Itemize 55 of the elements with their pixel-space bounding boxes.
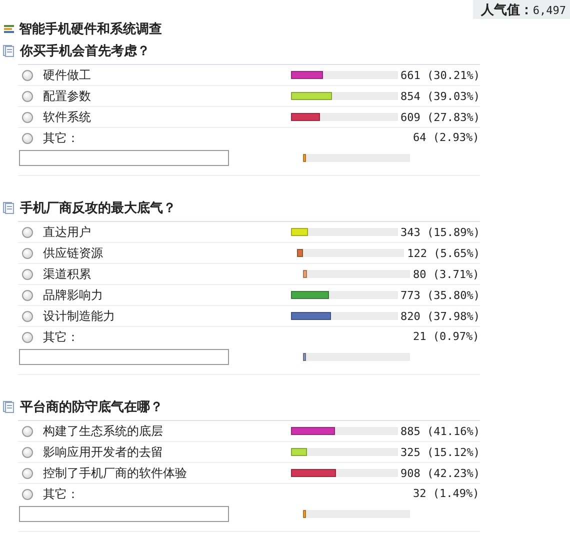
radio-button[interactable] [22,268,33,280]
vote-count: 908 (42.23%) [400,466,480,480]
option-label: 影响应用开发者的去留 [43,444,163,460]
option-label: 渠道积累 [43,266,91,282]
option-label: 直达用户 [43,224,91,240]
vote-count: 820 (37.98%) [400,310,480,322]
question-title: 手机厂商反攻的最大底气？ [20,200,176,217]
vote-count: 80 (3.71%) [413,268,480,280]
vote-count: 609 (27.83%) [400,110,480,124]
option-label: 软件系统 [43,108,91,126]
option-label: 构建了生态系统的底层 [43,422,163,440]
vote-count: 325 (15.12%) [400,446,480,458]
input-field[interactable] [19,150,229,166]
question-title: 平台商的防守底气在哪？ [20,398,163,416]
option-label: 供应链资源 [43,244,103,262]
option-label: 控制了手机厂商的软件体验 [43,464,187,482]
vote-count: 854 (39.03%) [400,90,480,102]
input-field[interactable] [19,349,229,365]
radio-button[interactable] [22,488,33,500]
radio-button[interactable] [22,332,33,342]
option-label: 其它： [43,130,79,146]
vote-count: 64 (2.93%) [413,131,480,146]
radio-button[interactable] [22,132,33,144]
vote-count: 773 (35.80%) [400,288,480,302]
radio-button[interactable] [22,446,33,458]
document-icon [3,202,14,214]
radio-button[interactable] [22,426,33,436]
radio-button[interactable] [22,70,33,80]
radio-button[interactable] [22,248,33,258]
input-field[interactable] [19,506,229,522]
radio-button[interactable] [22,90,33,102]
radio-button[interactable] [22,290,33,300]
popularity-value: 6,497 [532,4,566,16]
popularity-label: 人气值： [480,2,533,19]
vote-count: 32 (1.49%) [413,487,480,502]
option-label: 品牌影响力 [43,286,103,304]
vote-count: 343 (15.89%) [400,226,480,238]
vote-count: 661 (30.21%) [400,68,480,82]
option-label: 硬件做工 [43,66,91,84]
question-title: 你买手机会首先考虑？ [20,42,150,60]
radio-button[interactable] [22,112,33,122]
poll-icon [4,24,14,34]
option-label: 其它： [43,328,79,346]
radio-button[interactable] [22,310,33,322]
document-icon [3,401,14,413]
radio-button[interactable] [22,468,33,478]
option-label: 其它： [43,486,79,502]
radio-button[interactable] [22,226,33,238]
vote-count: 21 (0.97%) [413,330,480,345]
option-label: 设计制造能力 [43,308,115,324]
document-icon [3,45,14,57]
vote-count: 885 (41.16%) [400,424,480,438]
survey-title: 智能手机硬件和系统调查 [19,20,162,38]
option-label: 配置参数 [43,88,91,104]
vote-count: 122 (5.65%) [407,246,480,260]
